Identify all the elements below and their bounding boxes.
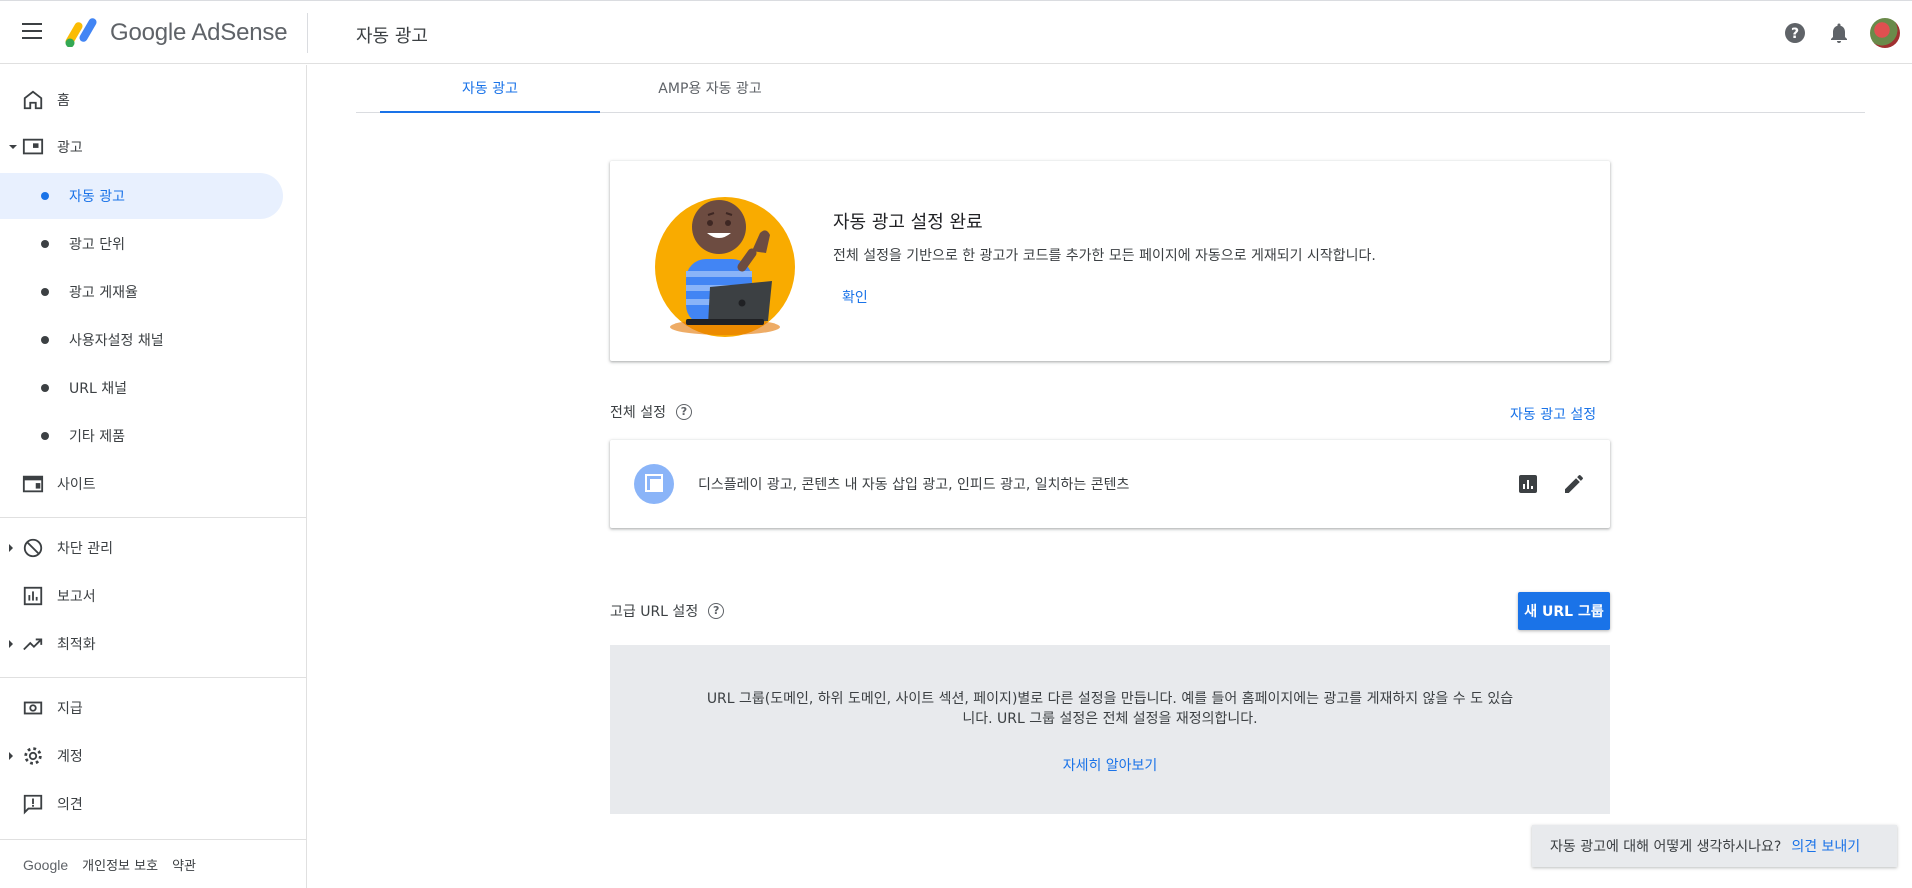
sidebar-item-label: 자동 광고 [69, 189, 125, 205]
global-settings-summary: 디스플레이 광고, 콘텐츠 내 자동 삽입 광고, 인피드 광고, 일치하는 콘… [698, 477, 1130, 493]
bullet-icon [41, 240, 49, 248]
global-settings-label: 전체 설정 [610, 405, 666, 421]
sidebar-item-label: 사이트 [57, 477, 96, 493]
ads-icon [22, 138, 44, 155]
home-icon [23, 90, 43, 110]
sidebar-item-label: 의견 [57, 797, 83, 813]
sidebar: 홈 광고 자동 광고 광고 단위 광고 게재율 사용자설정 채널 URL 채널 … [0, 65, 307, 888]
auto-ads-settings-link[interactable]: 자동 광고 설정 [1510, 404, 1596, 424]
sidebar-item-label: 홈 [57, 93, 70, 109]
sidebar-item-auto-ads[interactable]: 자동 광고 [0, 173, 283, 219]
sidebar-item-label: 광고 [57, 140, 83, 156]
chevron-down-icon [9, 145, 17, 149]
sidebar-item-label: 계정 [57, 749, 83, 765]
google-footer-logo: Google [23, 856, 69, 873]
global-settings-card[interactable]: 디스플레이 광고, 콘텐츠 내 자동 삽입 광고, 인피드 광고, 일치하는 콘… [610, 440, 1610, 528]
chevron-right-icon [9, 544, 13, 552]
trending-up-icon [23, 638, 43, 651]
sidebar-item-blocking[interactable]: 차단 관리 [0, 525, 283, 571]
bullet-icon [41, 432, 49, 440]
global-settings-heading: 전체 설정 ? [610, 402, 692, 422]
sidebar-item-ad-units[interactable]: 광고 단위 [0, 221, 283, 267]
sidebar-item-label: 차단 관리 [57, 541, 113, 557]
ad-formats-icon [634, 464, 674, 504]
sites-icon [22, 475, 44, 493]
tab-auto-ads[interactable]: 자동 광고 [380, 65, 600, 113]
url-groups-empty-panel: URL 그룹(도메인, 하위 도메인, 사이트 섹션, 페이지)별로 다른 설정… [610, 645, 1610, 814]
sidebar-item-custom-channels[interactable]: 사용자설정 채널 [0, 317, 283, 363]
page-title: 자동 광고 [356, 26, 428, 47]
chevron-right-icon [9, 640, 13, 648]
sidebar-footer: Google 개인정보 보호 약관 [23, 855, 196, 875]
brand-name: Google AdSense [110, 19, 288, 46]
sidebar-item-label: 사용자설정 채널 [69, 333, 164, 349]
sidebar-item-label: 광고 단위 [69, 237, 125, 253]
notifications-bell-icon[interactable] [1827, 21, 1851, 45]
send-feedback-link[interactable]: 의견 보내기 [1791, 836, 1860, 856]
help-circle-icon[interactable]: ? [708, 603, 725, 619]
sidebar-item-label: 지급 [57, 701, 83, 717]
gear-icon [24, 747, 42, 765]
block-icon [23, 538, 43, 558]
sidebar-item-reports[interactable]: 보고서 [0, 573, 283, 619]
top-app-bar: Google AdSense 자동 광고 ? [0, 0, 1912, 64]
bar-chart-icon[interactable] [1516, 472, 1540, 496]
new-url-group-button[interactable]: 새 URL 그룹 [1518, 592, 1610, 630]
setup-complete-card: 자동 광고 설정 완료 전체 설정을 기반으로 한 광고가 코드를 추가한 모든… [610, 161, 1610, 361]
help-circle-icon[interactable]: ? [1783, 21, 1807, 45]
sidebar-divider [0, 517, 307, 518]
sidebar-item-label: 기타 제품 [69, 429, 125, 445]
advanced-url-heading: 고급 URL 설정 ? [610, 601, 725, 621]
sidebar-divider [0, 677, 307, 678]
tab-amp-auto-ads[interactable]: AMP용 자동 광고 [600, 65, 820, 113]
pencil-edit-icon[interactable] [1562, 472, 1586, 496]
chevron-right-icon [9, 752, 13, 760]
sidebar-item-home[interactable]: 홈 [0, 77, 283, 123]
bullet-icon [41, 288, 49, 296]
sidebar-item-other-products[interactable]: 기타 제품 [0, 413, 283, 459]
sidebar-item-optimization[interactable]: 최적화 [0, 621, 283, 667]
sidebar-item-ads[interactable]: 광고 [0, 124, 283, 170]
sidebar-item-ad-balance[interactable]: 광고 게재율 [0, 269, 283, 315]
advanced-url-label: 고급 URL 설정 [610, 604, 699, 620]
sidebar-item-url-channels[interactable]: URL 채널 [0, 365, 283, 411]
sidebar-item-feedback[interactable]: 의견 [0, 781, 283, 827]
bullet-icon [41, 336, 49, 344]
bullet-icon [41, 192, 49, 200]
terms-link[interactable]: 약관 [172, 855, 196, 874]
bullet-icon [41, 384, 49, 392]
sidebar-item-label: 광고 게재율 [69, 285, 138, 301]
adsense-logo [65, 18, 97, 47]
svg-text:?: ? [1791, 26, 1799, 42]
menu-icon[interactable] [22, 23, 44, 41]
person-with-laptop-illustration [655, 197, 795, 337]
setup-complete-description: 전체 설정을 기반으로 한 광고가 코드를 추가한 모든 페이지에 자동으로 게… [833, 248, 1376, 264]
feedback-question: 자동 광고에 대해 어떻게 생각하시나요? [1550, 839, 1782, 855]
sidebar-item-label: URL 채널 [69, 381, 127, 397]
account-avatar[interactable] [1870, 18, 1900, 48]
payments-icon [23, 701, 43, 715]
url-groups-description: URL 그룹(도메인, 하위 도메인, 사이트 섹션, 페이지)별로 다른 설정… [706, 691, 1514, 727]
help-circle-icon[interactable]: ? [675, 404, 692, 420]
privacy-link[interactable]: 개인정보 보호 [82, 855, 158, 874]
sidebar-item-label: 최적화 [57, 637, 96, 653]
sidebar-item-account[interactable]: 계정 [0, 733, 283, 779]
tab-bar: 자동 광고 AMP용 자동 광고 [356, 65, 1865, 113]
sidebar-item-sites[interactable]: 사이트 [0, 461, 283, 507]
reports-icon [23, 586, 43, 606]
sidebar-item-payments[interactable]: 지급 [0, 685, 283, 731]
setup-complete-title: 자동 광고 설정 완료 [833, 212, 983, 233]
sidebar-divider [0, 839, 307, 840]
confirm-button[interactable]: 확인 [842, 287, 868, 307]
header-divider [307, 13, 308, 53]
feedback-icon [23, 794, 43, 815]
sidebar-item-label: 보고서 [57, 589, 96, 605]
feedback-snackbar: 자동 광고에 대해 어떻게 생각하시나요? 의견 보내기 [1532, 825, 1897, 867]
learn-more-link[interactable]: 자세히 알아보기 [610, 755, 1610, 775]
